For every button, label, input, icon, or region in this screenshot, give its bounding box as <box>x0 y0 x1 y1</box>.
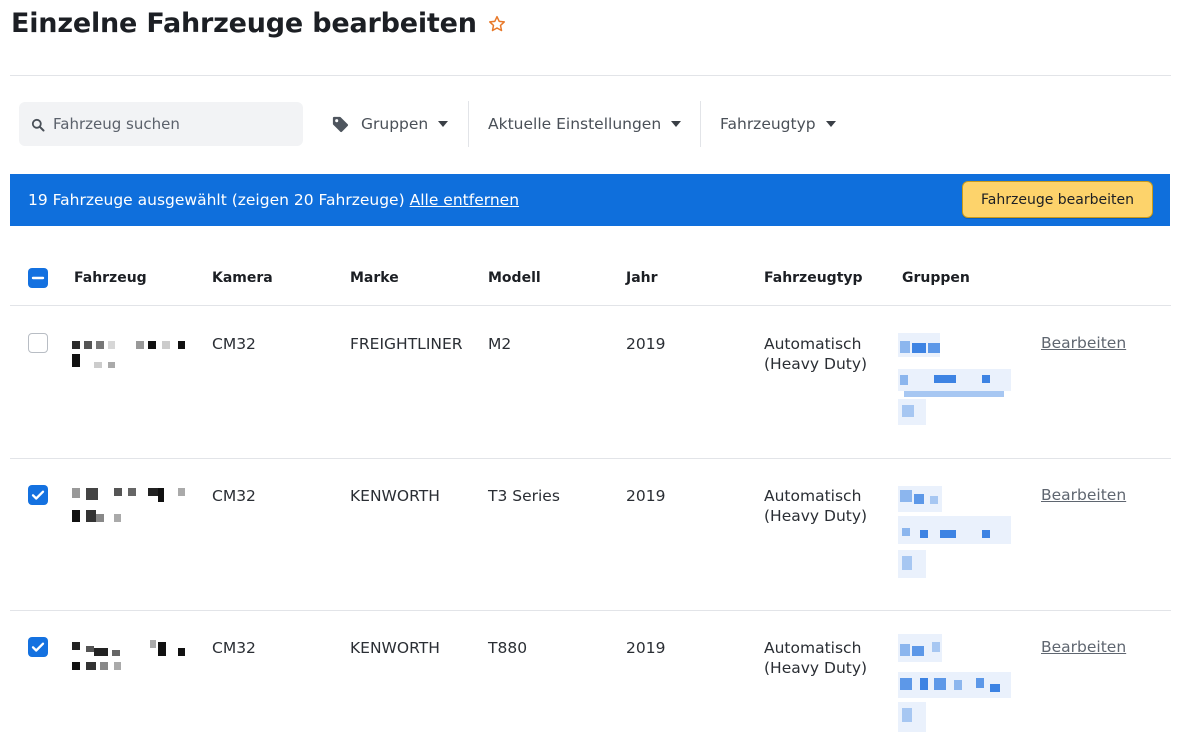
column-header-brand[interactable]: Marke <box>350 270 399 286</box>
vehicle-type-line2: (Heavy Duty) <box>764 659 868 677</box>
row-checkbox[interactable] <box>28 333 48 353</box>
camera-cell: CM32 <box>212 639 256 657</box>
selection-banner: 19 Fahrzeuge ausgewählt (zeigen 20 Fahrz… <box>10 174 1170 226</box>
year-cell: 2019 <box>626 335 666 353</box>
vehicle-type-line1: Automatisch <box>764 487 862 505</box>
minus-icon <box>31 276 45 280</box>
column-header-model[interactable]: Modell <box>488 270 541 286</box>
select-all-checkbox[interactable] <box>28 268 48 288</box>
checkmark-icon <box>31 642 45 652</box>
redacted-groups <box>898 333 1013 428</box>
brand-cell: FREIGHTLINER <box>350 335 463 353</box>
groups-filter-dropdown[interactable]: Gruppen <box>331 102 449 146</box>
camera-cell: CM32 <box>212 335 256 353</box>
vehicle-type-line2: (Heavy Duty) <box>764 507 868 525</box>
selection-count-text: 19 Fahrzeuge ausgewählt (zeigen 20 Fahrz… <box>28 191 405 209</box>
filter-divider <box>700 101 701 147</box>
vehicle-type-line1: Automatisch <box>764 639 862 657</box>
row-checkbox[interactable] <box>28 485 48 505</box>
search-icon <box>31 117 45 132</box>
table-header-divider <box>10 305 1171 306</box>
redacted-vehicle-name <box>72 340 192 370</box>
edit-vehicles-button[interactable]: Fahrzeuge bearbeiten <box>962 181 1153 218</box>
redacted-groups <box>898 486 1013 581</box>
edit-vehicle-link[interactable]: Bearbeiten <box>1041 638 1126 656</box>
row-divider <box>10 610 1171 611</box>
current-settings-filter-label: Aktuelle Einstellungen <box>488 115 662 133</box>
edit-vehicle-link[interactable]: Bearbeiten <box>1041 486 1126 504</box>
column-header-vehicle[interactable]: Fahrzeug <box>74 270 147 286</box>
vehicle-type-line1: Automatisch <box>764 335 862 353</box>
chevron-down-icon <box>825 121 836 127</box>
column-header-year[interactable]: Jahr <box>626 270 658 286</box>
redacted-groups <box>898 634 1013 732</box>
vehicle-search[interactable] <box>19 102 303 146</box>
tag-icon <box>331 115 350 134</box>
redacted-vehicle-name <box>72 638 192 670</box>
model-cell: M2 <box>488 335 512 353</box>
current-settings-filter-dropdown[interactable]: Aktuelle Einstellungen <box>488 102 682 146</box>
column-header-camera[interactable]: Kamera <box>212 270 273 286</box>
chevron-down-icon <box>671 121 682 127</box>
groups-filter-label: Gruppen <box>361 115 429 133</box>
title-row: Einzelne Fahrzeuge bearbeiten <box>11 8 507 39</box>
camera-cell: CM32 <box>212 487 256 505</box>
year-cell: 2019 <box>626 487 666 505</box>
remove-all-link[interactable]: Alle entfernen <box>410 191 519 209</box>
brand-cell: KENWORTH <box>350 487 440 505</box>
filter-divider <box>468 101 469 147</box>
edit-vehicle-link[interactable]: Bearbeiten <box>1041 334 1126 352</box>
row-divider <box>10 458 1171 459</box>
column-header-groups[interactable]: Gruppen <box>902 270 970 286</box>
vehicle-type-cell: Automatisch (Heavy Duty) <box>764 638 867 678</box>
vehicle-type-filter-label: Fahrzeugtyp <box>720 115 816 133</box>
checkmark-icon <box>31 490 45 500</box>
row-checkbox[interactable] <box>28 637 48 657</box>
vehicle-type-cell: Automatisch (Heavy Duty) <box>764 334 867 374</box>
vehicle-type-line2: (Heavy Duty) <box>764 355 868 373</box>
model-cell: T3 Series <box>488 487 560 505</box>
brand-cell: KENWORTH <box>350 639 440 657</box>
model-cell: T880 <box>488 639 528 657</box>
year-cell: 2019 <box>626 639 666 657</box>
vehicle-type-filter-dropdown[interactable]: Fahrzeugtyp <box>720 102 836 146</box>
star-icon[interactable] <box>487 14 507 34</box>
vehicle-type-cell: Automatisch (Heavy Duty) <box>764 486 867 526</box>
redacted-vehicle-name <box>72 486 192 522</box>
title-divider <box>10 75 1171 76</box>
column-header-vehicle-type[interactable]: Fahrzeugtyp <box>764 270 863 286</box>
page-title: Einzelne Fahrzeuge bearbeiten <box>11 8 477 39</box>
search-input[interactable] <box>53 115 283 133</box>
chevron-down-icon <box>438 121 449 127</box>
